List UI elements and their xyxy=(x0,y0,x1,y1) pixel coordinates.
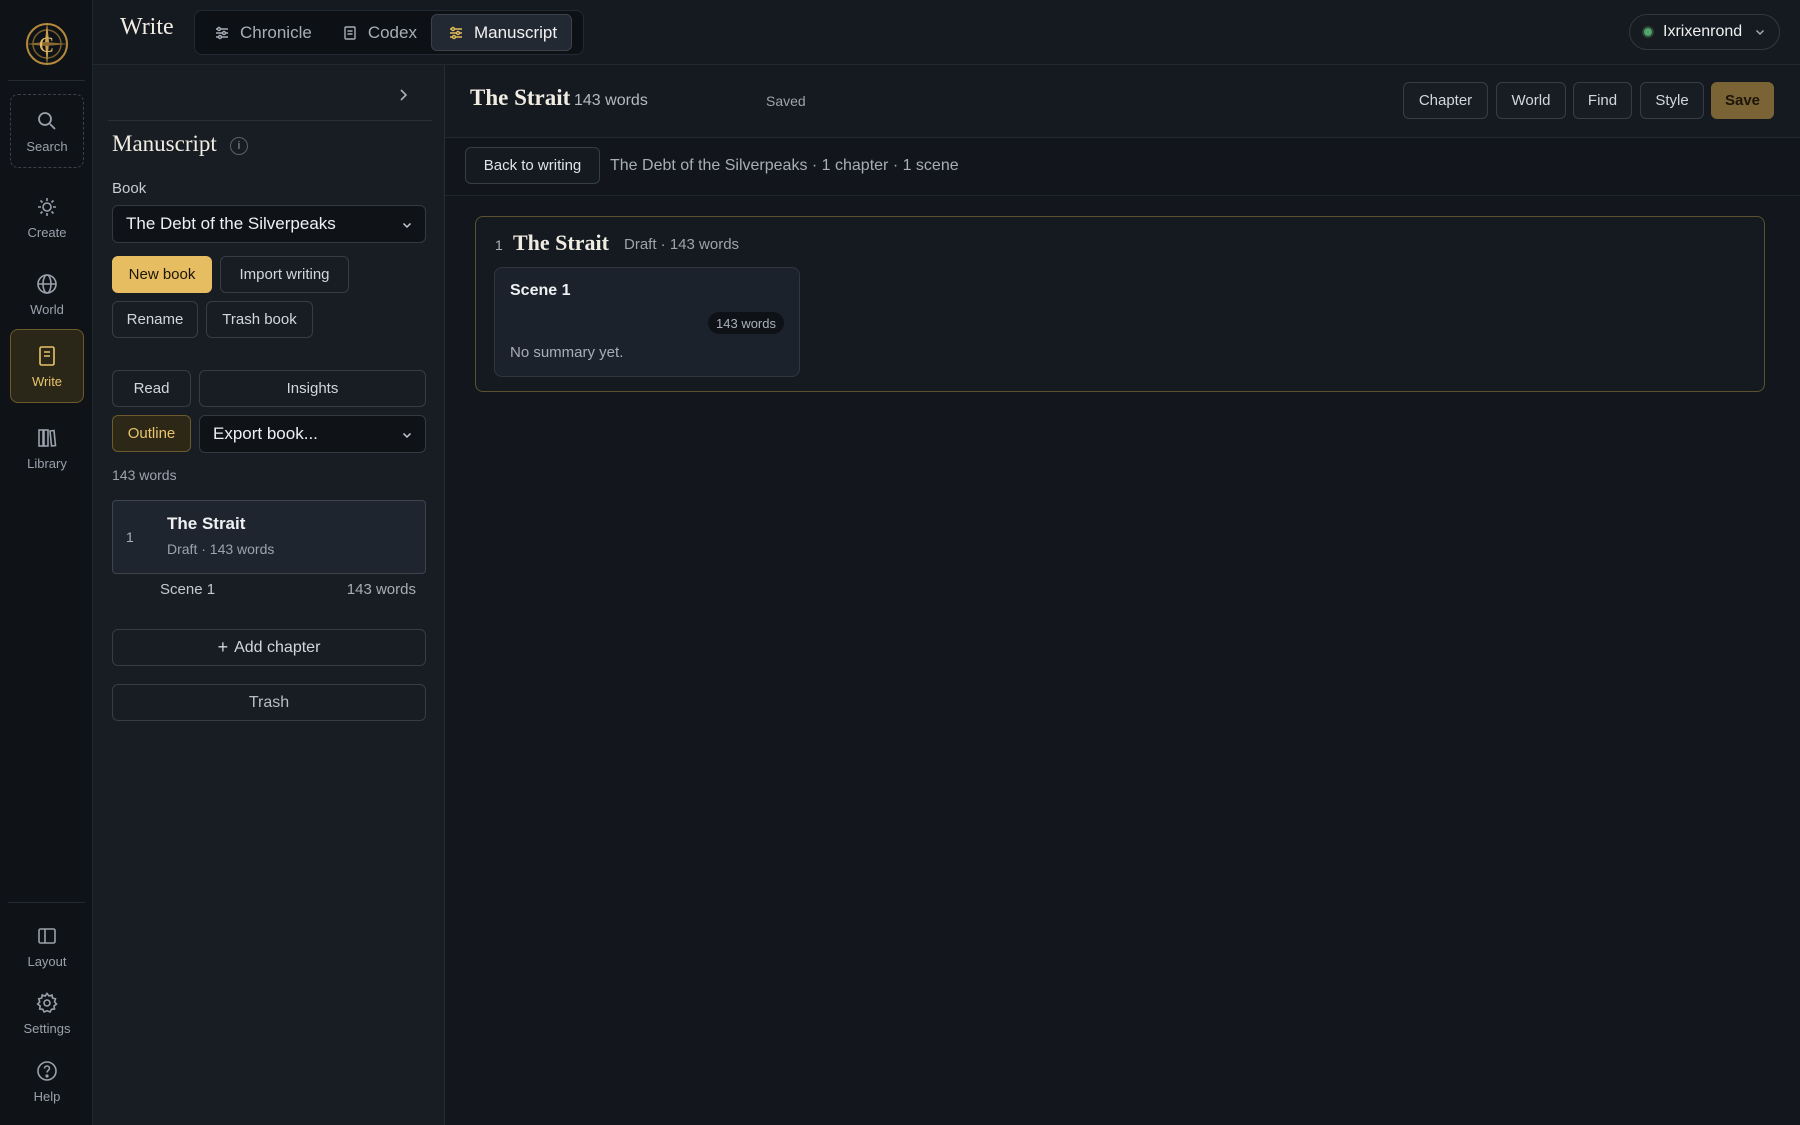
tab-chronicle-label: Chronicle xyxy=(240,22,312,42)
rename-button[interactable]: Rename xyxy=(112,301,198,338)
page-title: The Strait xyxy=(470,85,571,110)
scene-title: Scene 1 xyxy=(160,581,216,598)
manuscript-sidebar: Manuscript i Book The Debt of the Silver… xyxy=(93,65,445,1125)
rail-divider xyxy=(8,80,85,81)
rail-create-label: Create xyxy=(27,224,67,240)
save-status: Saved xyxy=(766,93,806,109)
chapter-meta: Draft · 143 words xyxy=(624,236,740,253)
insights-button[interactable]: Insights xyxy=(199,370,426,407)
rail-layout-label: Layout xyxy=(27,953,67,969)
rail-library-label: Library xyxy=(27,455,67,471)
rail-settings[interactable]: Settings xyxy=(10,976,84,1050)
rail-search-label: Search xyxy=(26,138,68,154)
trash-button[interactable]: Trash xyxy=(112,684,426,721)
chevron-right-icon[interactable] xyxy=(393,85,413,105)
scene-card[interactable]: Scene 1 143 words No summary yet. xyxy=(494,267,800,377)
chapter-title[interactable]: The Strait xyxy=(513,230,609,256)
rail-divider xyxy=(8,902,85,903)
user-name: Ixrixenrond xyxy=(1663,23,1743,40)
plus-icon: + xyxy=(217,637,229,657)
globe-icon xyxy=(37,273,57,294)
book-label: Book xyxy=(112,180,147,197)
sidebar-title: Manuscript xyxy=(112,131,217,156)
trash-book-button[interactable]: Trash book xyxy=(206,301,313,338)
left-rail: C Search Create World Write Library Layo… xyxy=(0,0,93,1125)
rail-write-label: Write xyxy=(31,373,63,389)
chapter-button[interactable]: Chapter xyxy=(1403,82,1488,119)
chapter-card[interactable]: 1 The Strait Draft · 143 words xyxy=(112,500,426,574)
chapter-title: The Strait xyxy=(167,514,246,533)
scene-word-count: 143 words xyxy=(346,581,416,598)
rail-library[interactable]: Library xyxy=(10,411,84,485)
sparkle-icon xyxy=(38,197,56,216)
rail-world-label: World xyxy=(30,301,64,317)
add-chapter-button[interactable]: + Add chapter xyxy=(112,629,426,666)
sliders-icon xyxy=(449,26,462,39)
search-icon xyxy=(38,111,56,130)
tab-codex[interactable]: Codex xyxy=(326,14,431,51)
rail-create[interactable]: Create xyxy=(10,180,84,254)
export-select[interactable]: Export book... xyxy=(199,415,426,453)
export-select-value: Export book... xyxy=(213,424,318,443)
tab-manuscript[interactable]: Manuscript xyxy=(430,14,573,51)
user-menu[interactable]: Ixrixenrond xyxy=(1629,14,1780,50)
help-icon xyxy=(37,1060,57,1081)
chapter-number: 1 xyxy=(126,529,134,545)
book-word-count: 143 words xyxy=(112,467,177,483)
top-bar: Write Chronicle Codex Manuscript Ixrixen… xyxy=(93,0,1800,65)
rail-search[interactable]: Search xyxy=(10,94,84,168)
back-to-writing-button[interactable]: Back to writing xyxy=(465,147,600,184)
read-button[interactable]: Read xyxy=(112,370,191,407)
section-title: Write xyxy=(120,14,174,40)
rail-help[interactable]: Help xyxy=(10,1044,84,1118)
rail-help-label: Help xyxy=(33,1088,61,1104)
gear-icon xyxy=(36,991,58,1013)
app-logo-icon[interactable]: C xyxy=(22,19,72,69)
rail-layout[interactable]: Layout xyxy=(10,909,84,983)
sidebar-divider xyxy=(108,120,432,121)
style-button[interactable]: Style xyxy=(1640,82,1704,119)
layout-icon xyxy=(38,927,56,944)
chevron-down-icon xyxy=(402,432,412,439)
import-writing-button[interactable]: Import writing xyxy=(220,256,349,293)
scene-title: Scene 1 xyxy=(510,282,571,299)
editor-header: The Strait 143 words Saved Chapter World… xyxy=(445,65,1800,138)
tab-manuscript-label: Manuscript xyxy=(473,22,558,42)
document-icon xyxy=(344,25,356,40)
rail-write[interactable]: Write xyxy=(10,329,84,403)
sliders-icon xyxy=(216,26,228,39)
chapter-number: 1 xyxy=(495,237,503,253)
rail-world[interactable]: World xyxy=(10,257,84,331)
title-word-count: 143 words xyxy=(574,92,648,109)
scene-summary: No summary yet. xyxy=(510,344,624,361)
books-icon xyxy=(38,428,57,447)
outline-button[interactable]: Outline xyxy=(112,415,191,452)
context-bar: Back to writing The Debt of the Silverpe… xyxy=(445,138,1800,196)
word-count-badge: 143 words xyxy=(708,312,784,334)
chapter-meta: Draft · 143 words xyxy=(167,541,275,557)
book-icon xyxy=(39,345,55,366)
book-select[interactable]: The Debt of the Silverpeaks xyxy=(112,205,426,243)
info-icon[interactable]: i xyxy=(230,137,248,155)
chapter-outline-panel: 1 The Strait Draft · 143 words Scene 1 1… xyxy=(475,216,1765,392)
tab-codex-label: Codex xyxy=(367,22,417,42)
book-select-value: The Debt of the Silverpeaks xyxy=(126,214,336,233)
svg-text:C: C xyxy=(39,32,54,57)
chevron-down-icon xyxy=(1756,29,1765,36)
scene-list-item[interactable]: Scene 1 143 words xyxy=(112,579,426,603)
status-dot xyxy=(1642,26,1654,38)
mode-tabs: Chronicle Codex Manuscript xyxy=(194,10,584,55)
tab-chronicle[interactable]: Chronicle xyxy=(198,14,326,51)
find-button[interactable]: Find xyxy=(1573,82,1632,119)
rail-settings-label: Settings xyxy=(23,1020,71,1036)
chevron-down-icon xyxy=(402,222,412,229)
add-chapter-label: Add chapter xyxy=(234,638,321,656)
breadcrumb: The Debt of the Silverpeaks · 1 chapter … xyxy=(610,157,959,174)
world-button[interactable]: World xyxy=(1496,82,1566,119)
new-book-button[interactable]: New book xyxy=(112,256,212,293)
save-button[interactable]: Save xyxy=(1711,82,1774,119)
